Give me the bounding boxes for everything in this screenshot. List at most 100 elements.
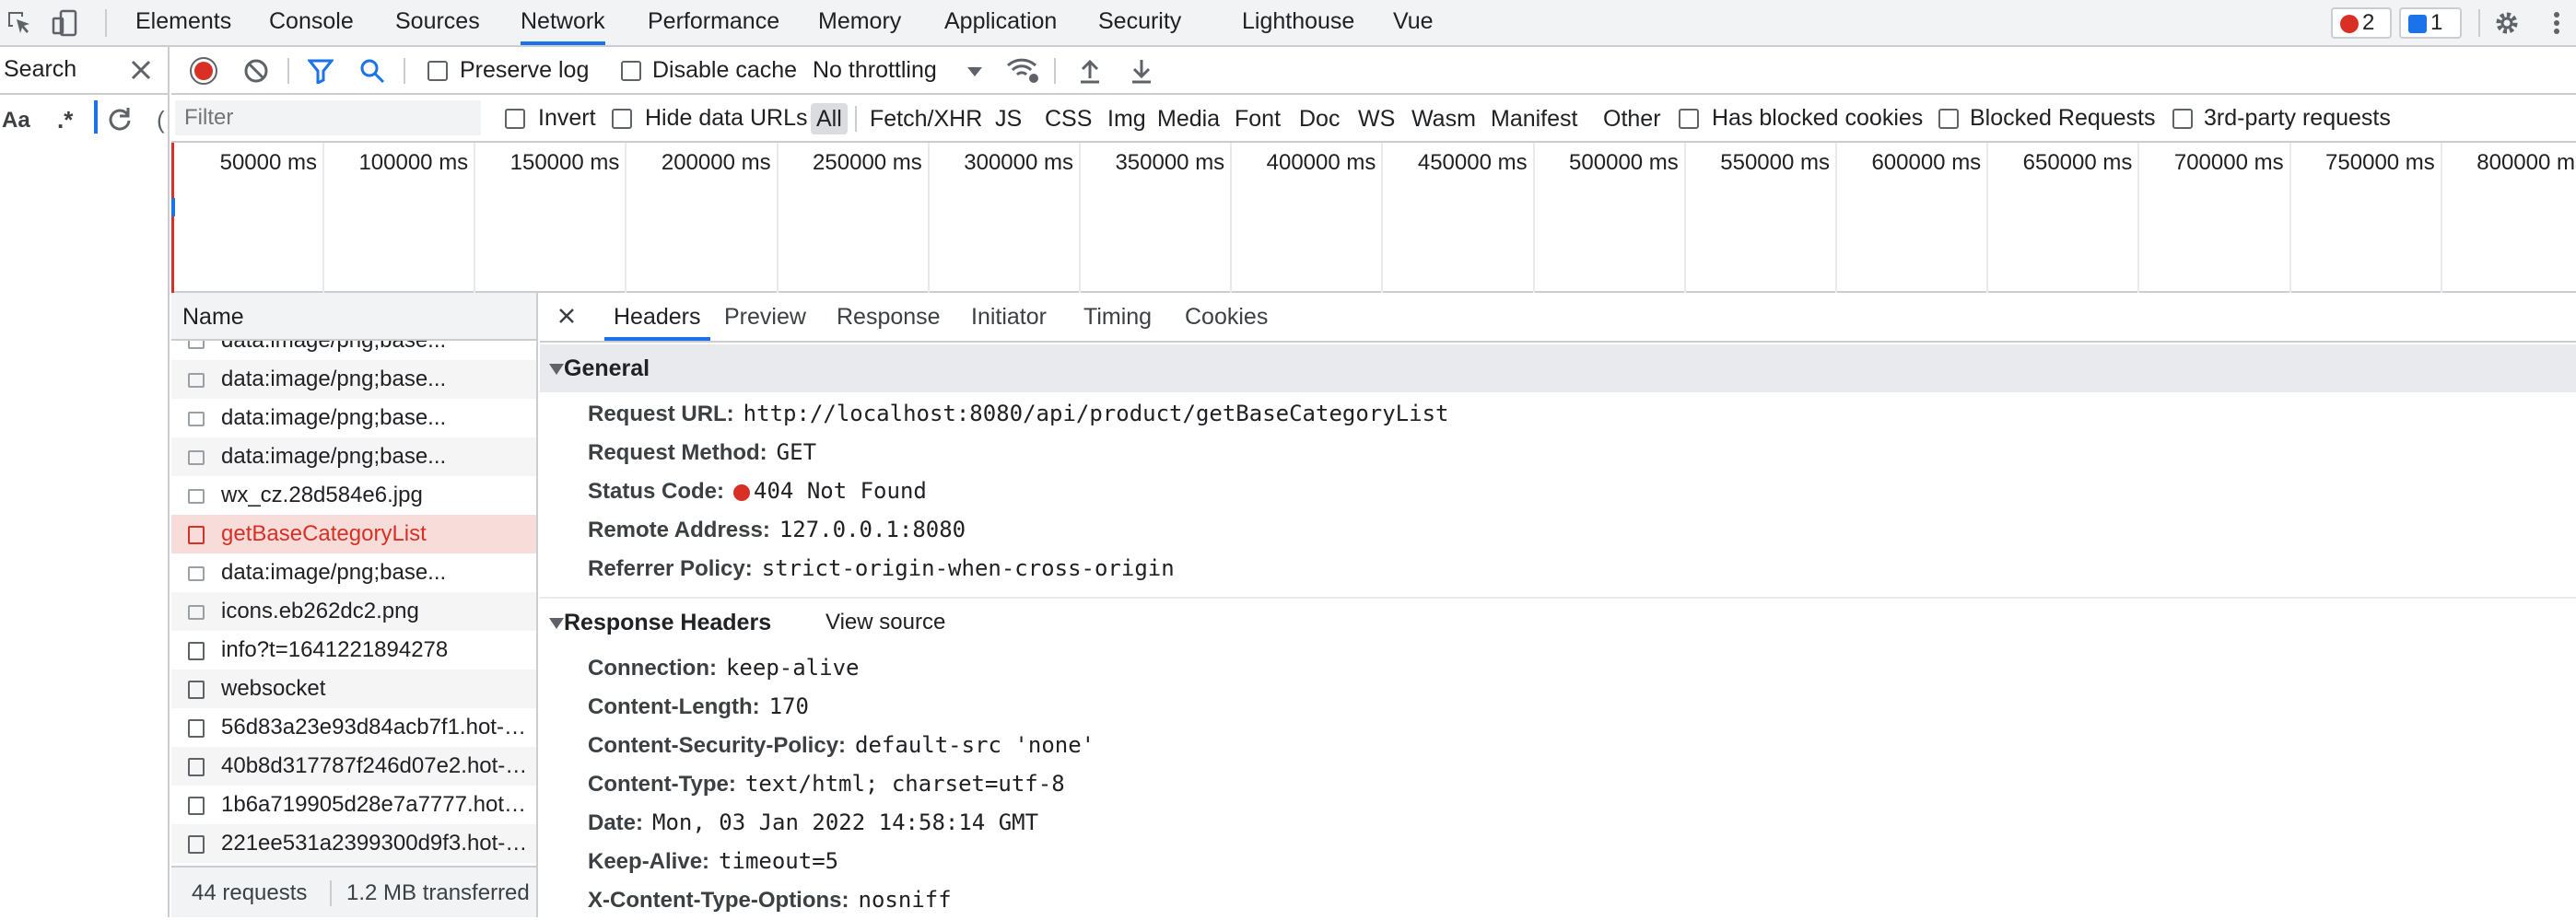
device-toolbar-icon[interactable] [52,9,79,37]
chevron-down-icon[interactable] [967,67,982,76]
settings-gear-icon[interactable] [2493,9,2521,37]
clear-icon[interactable] [243,58,269,88]
message-count-badge[interactable]: 1 [2399,7,2462,39]
network-overview-timeline[interactable]: 50000 ms 100000 ms 150000 ms 200000 ms 25000… [171,143,2576,293]
general-section-header[interactable]: General [540,344,2576,392]
third-party-requests-checkbox[interactable] [2172,109,2193,129]
timeline-tick-label: 100000 ms [358,150,469,175]
filter-type-other[interactable]: Other [1598,103,1667,134]
request-details: Headers Preview Response Initiator Timin… [540,293,2576,917]
request-row[interactable]: data:image/png;base... [171,360,536,399]
tab-lighthouse[interactable]: Lighthouse [1242,0,1354,45]
match-case-toggle[interactable]: Aa [2,108,30,134]
error-count-badge[interactable]: 2 [2331,7,2392,39]
refresh-icon[interactable] [107,106,133,136]
request-row[interactable]: data:image/png;base... [171,437,536,476]
request-row[interactable]: data:image/png;base... [171,341,536,360]
regex-toggle[interactable]: .* [57,106,73,134]
request-row[interactable]: icons.eb262dc2.png [171,592,536,631]
search-icon[interactable] [359,58,385,88]
tab-response[interactable]: Response [837,293,941,341]
export-har-icon[interactable] [1130,58,1153,88]
header-key: Date: [588,810,644,835]
view-source-link[interactable]: View source [825,599,945,646]
filter-type-manifest[interactable]: Manifest [1485,103,1583,134]
more-options-icon[interactable] [2543,9,2570,37]
invert-checkbox[interactable] [505,109,525,129]
filter-input[interactable] [175,100,481,135]
document-file-icon [188,526,205,544]
request-row[interactable]: websocket [171,670,536,708]
filter-type-css[interactable]: CSS [1039,103,1097,134]
header-field: X-Content-Type-Options: nosniff [588,880,952,919]
tab-application[interactable]: Application [944,0,1057,45]
disable-cache-checkbox[interactable] [621,61,641,81]
header-key: Content-Type: [588,772,736,797]
has-blocked-cookies-checkbox[interactable] [1679,109,1699,129]
close-icon[interactable] [129,58,153,87]
tab-timing[interactable]: Timing [1083,293,1152,341]
request-row[interactable]: info?t=1641221894278 [171,631,536,670]
preserve-log-checkbox[interactable] [427,61,448,81]
filter-type-js[interactable]: JS [989,103,1027,134]
request-row[interactable]: 1b6a719905d28e7a7777.hot-update.json [171,786,536,824]
tab-initiator[interactable]: Initiator [971,293,1047,341]
header-key: Content-Length: [588,694,760,719]
request-name: getBaseCategoryList [221,521,427,546]
filter-type-ws[interactable]: WS [1352,103,1400,134]
import-har-icon[interactable] [1078,58,1102,88]
timeline-tick-label: 50000 ms [219,150,317,175]
request-row[interactable]: 56d83a23e93d84acb7f1.hot-update.json [171,708,536,747]
request-name: 221ee531a2399300d9f3.hot-update.json [221,831,533,856]
request-row[interactable]: data:image/png;base... [171,553,536,592]
filter-type-doc[interactable]: Doc [1294,103,1345,134]
request-row[interactable]: 40b8d317787f246d07e2.hot-update.json [171,747,536,786]
blocked-requests-checkbox[interactable] [1938,109,1959,129]
request-row[interactable]: data:image/png;base... [171,399,536,437]
search-panel-header: Search [0,47,168,95]
tab-cookies[interactable]: Cookies [1185,293,1268,341]
inspect-element-icon[interactable] [6,9,33,37]
preserve-log-label: Preserve log [460,57,590,83]
tab-headers[interactable]: Headers [604,293,710,341]
filter-icon[interactable] [306,58,335,88]
clear-search-icon[interactable]: ( [157,106,165,134]
tab-memory[interactable]: Memory [818,0,901,45]
tab-performance[interactable]: Performance [648,0,779,45]
record-button[interactable] [190,57,217,85]
response-headers-section-header[interactable]: Response Headers View source [540,599,2576,646]
timeline-tick-label: 600000 ms [1871,150,1982,175]
name-column-header[interactable]: Name [182,304,244,331]
timeline-tick-label: 800000 ms [2476,150,2576,175]
filter-type-all[interactable]: All [811,103,848,134]
header-field: Content-Security-Policy: default-src 'non… [588,726,1095,764]
header-value: keep-alive [725,655,860,681]
close-details-icon[interactable] [556,306,577,331]
request-row[interactable]: getBaseCategoryList [171,515,536,553]
tab-elements[interactable]: Elements [135,0,231,45]
filter-type-img[interactable]: Img [1102,103,1152,134]
header-value: nosniff [858,887,952,913]
filter-type-fetch-xhr[interactable]: Fetch/XHR [864,103,988,134]
request-row[interactable]: 221ee531a2399300d9f3.hot-update.json [171,824,536,863]
search-input[interactable] [94,100,98,134]
third-party-requests-label: 3rd-party requests [2204,105,2391,131]
filter-type-media[interactable]: Media [1152,103,1225,134]
throttling-select[interactable]: No throttling [813,57,937,84]
tab-network[interactable]: Network [521,0,605,45]
network-conditions-icon[interactable] [1006,56,1039,88]
tab-sources[interactable]: Sources [395,0,480,45]
hide-data-urls-checkbox[interactable] [612,109,632,129]
header-value: http://localhost:8080/api/product/getBas… [743,401,1449,426]
filter-type-font[interactable]: Font [1229,103,1286,134]
tab-console[interactable]: Console [269,0,354,45]
timeline-tick-label: 500000 ms [1569,150,1679,175]
header-value: Mon, 03 Jan 2022 14:58:14 GMT [652,809,1039,835]
tab-preview[interactable]: Preview [724,293,806,341]
tab-vue[interactable]: Vue [1393,0,1434,45]
filter-type-wasm[interactable]: Wasm [1406,103,1481,134]
document-file-icon [188,681,205,699]
request-row[interactable]: wx_cz.28d584e6.jpg [171,476,536,515]
tab-security[interactable]: Security [1098,0,1181,45]
header-value: 127.0.0.1:8080 [779,517,966,542]
